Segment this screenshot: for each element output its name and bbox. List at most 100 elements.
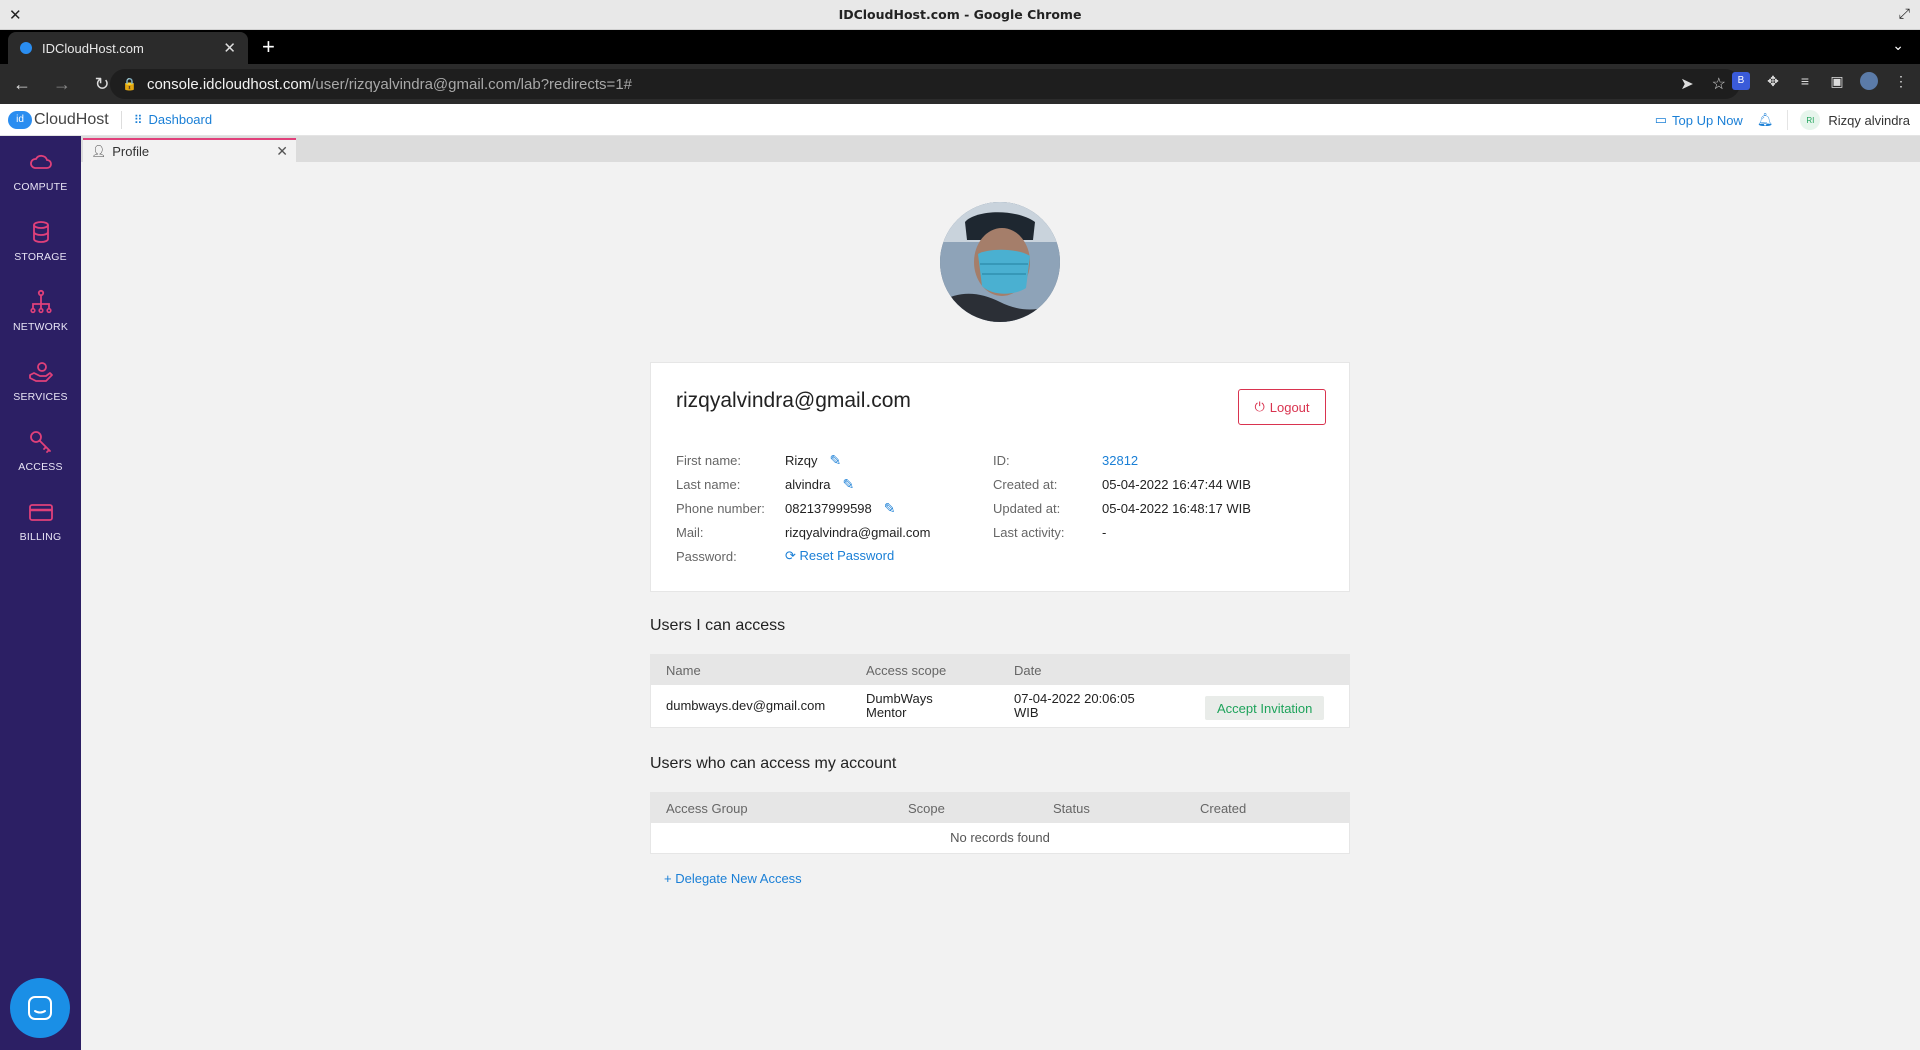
grid-icon: ⠿ [133, 112, 143, 127]
browser-menu-icon[interactable]: ⋮ [1892, 72, 1910, 90]
sidebar: COMPUTE STORAGE NETWORK SERVICES ACCESS … [0, 136, 81, 1050]
column-date: Date [1014, 663, 1042, 678]
lock-icon[interactable]: 🔒 [122, 77, 137, 91]
user-menu[interactable]: RI Rizqy alvindra [1787, 110, 1910, 130]
mail-value: rizqyalvindra@gmail.com [785, 524, 931, 540]
tab-profile[interactable]: 👤︎ Profile ✕ [83, 138, 296, 162]
logout-label: Logout [1269, 399, 1310, 415]
table-header: Name Access scope Date [651, 655, 1349, 685]
column-access-group: Access Group [666, 801, 748, 816]
pencil-icon[interactable]: ✎ [830, 452, 842, 469]
cloudhost-logo[interactable]: id CloudHost [8, 110, 109, 129]
wallet-icon: ▭ [1654, 112, 1668, 127]
user-name: Rizqy alvindra [1828, 112, 1910, 128]
sidebar-item-label: SERVICES [13, 391, 68, 403]
pencil-icon[interactable]: ✎ [843, 476, 855, 493]
bookmark-star-icon[interactable]: ☆ [1712, 74, 1726, 94]
top-up-label: Top Up Now [1672, 112, 1743, 128]
row-date-line1: 07-04-2022 20:06:05 [1014, 691, 1135, 706]
first-name-label: First name: [676, 452, 742, 468]
back-arrow-icon[interactable]: ← [9, 74, 35, 95]
last-name-row: Last name: alvindra ✎ [676, 475, 854, 493]
table-row: dumbways.dev@gmail.com DumbWays Mentor 0… [651, 685, 1349, 727]
reading-list-icon[interactable]: ≡ [1796, 72, 1814, 90]
updated-value: 05-04-2022 16:48:17 WIB [1102, 500, 1251, 516]
sidebar-item-label: NETWORK [12, 321, 69, 333]
users-who-can-access-title: Users who can access my account [650, 755, 897, 772]
reset-password-link[interactable]: ⟳ Reset Password [785, 548, 894, 564]
phone-row: Phone number: 082137999598 ✎ [676, 499, 896, 517]
window-titlebar: ✕ IDCloudHost.com - Google Chrome ⤢ [0, 0, 1920, 30]
address-bar[interactable]: 🔒 console.idcloudhost.com/user/rizqyalvi… [110, 69, 1740, 99]
accept-invitation-button[interactable]: Accept Invitation [1205, 696, 1325, 720]
reset-password-label: Reset Password [799, 548, 895, 563]
bell-icon[interactable]: 🔔︎ [1757, 112, 1774, 128]
url-path: /user/rizqyalvindra@gmail.com/lab?redire… [311, 75, 632, 93]
profile-avatar-icon[interactable] [1860, 72, 1878, 90]
users-i-can-access-title: Users I can access [650, 617, 786, 634]
password-label: Password: [676, 548, 737, 564]
mail-label: Mail: [676, 524, 704, 540]
id-value[interactable]: 32812 [1102, 453, 1138, 468]
send-icon[interactable]: ➤ [1680, 74, 1693, 94]
top-up-button[interactable]: ▭ Top Up Now [1655, 112, 1743, 128]
extensions-puzzle-icon[interactable]: ✥ [1764, 72, 1782, 90]
last-activity-value: - [1102, 524, 1107, 540]
updated-row: Updated at: 05-04-2022 16:48:17 WIB [993, 499, 1251, 517]
id-label: ID: [993, 452, 1010, 468]
delegate-label: Delegate New Access [675, 871, 802, 886]
row-date-line2: WIB [1014, 705, 1039, 720]
delegate-new-access-link[interactable]: + Delegate New Access [664, 871, 802, 886]
users-i-can-access-table: Name Access scope Date dumbways.dev@gmai… [650, 654, 1350, 728]
column-name: Name [666, 663, 701, 678]
browser-tabstrip: IDCloudHost.com ✕ + ⌄ [0, 30, 1920, 64]
profile-photo [940, 202, 1060, 322]
phone-label: Phone number: [676, 500, 765, 516]
logout-button[interactable]: ⏻ Logout [1238, 389, 1326, 425]
side-panel-icon[interactable]: ▣ [1828, 72, 1846, 90]
services-icon [28, 362, 53, 382]
sidebar-item-label: ACCESS [18, 461, 63, 473]
extension-shield-icon[interactable]: B [1732, 72, 1750, 90]
profile-email: rizqyalvindra@gmail.com [676, 389, 911, 412]
sidebar-item-billing[interactable]: BILLING [0, 486, 81, 556]
sidebar-item-label: STORAGE [14, 251, 67, 263]
sidebar-item-access[interactable]: ACCESS [0, 416, 81, 486]
dashboard-link[interactable]: ⠿ Dashboard [134, 112, 212, 127]
last-name-value: alvindra [785, 476, 831, 492]
window-maximize-icon[interactable]: ⤢ [1899, 5, 1910, 22]
tab-close-icon[interactable]: ✕ [223, 39, 236, 57]
app-header: id CloudHost ⠿ Dashboard ▭ Top Up Now 🔔︎… [0, 104, 1920, 136]
row-scope-line1: DumbWays [866, 691, 933, 706]
forward-arrow-icon[interactable]: → [49, 74, 75, 95]
browser-toolbar: ← → ↻ 🔒 console.idcloudhost.com/user/riz… [0, 64, 1920, 104]
close-icon[interactable]: ✕ [276, 143, 288, 160]
url-host: console.idcloudhost.com [146, 75, 312, 93]
sidebar-item-storage[interactable]: STORAGE [0, 206, 81, 276]
sidebar-item-services[interactable]: SERVICES [0, 346, 81, 416]
chat-support-button[interactable] [10, 978, 70, 1038]
sidebar-item-compute[interactable]: COMPUTE [0, 136, 81, 206]
sidebar-item-label: BILLING [19, 531, 62, 543]
dashboard-label: Dashboard [148, 112, 213, 127]
browser-tab[interactable]: IDCloudHost.com ✕ [8, 32, 248, 64]
favicon-icon [20, 42, 32, 54]
window-close-icon[interactable]: ✕ [9, 6, 22, 24]
last-activity-label: Last activity: [993, 524, 1065, 540]
created-row: Created at: 05-04-2022 16:47:44 WIB [993, 475, 1251, 493]
new-tab-icon[interactable]: + [262, 34, 275, 60]
table-header: Access Group Scope Status Created [651, 793, 1349, 823]
tab-search-chevron-icon[interactable]: ⌄ [1892, 37, 1904, 54]
plus-icon: + [664, 871, 672, 886]
window-title: IDCloudHost.com - Google Chrome [838, 7, 1082, 22]
profile-card: rizqyalvindra@gmail.com ⏻ Logout First n… [650, 362, 1350, 592]
sidebar-item-network[interactable]: NETWORK [0, 276, 81, 346]
pencil-icon[interactable]: ✎ [884, 500, 896, 517]
row-scope-line2: Mentor [866, 705, 907, 720]
key-icon [29, 431, 51, 453]
id-row: ID: 32812 [993, 451, 1138, 469]
database-icon [32, 221, 49, 243]
last-name-label: Last name: [676, 476, 741, 492]
page-tabs: 👤︎ Profile ✕ [81, 136, 1920, 162]
person-icon: 👤︎ [91, 144, 107, 158]
